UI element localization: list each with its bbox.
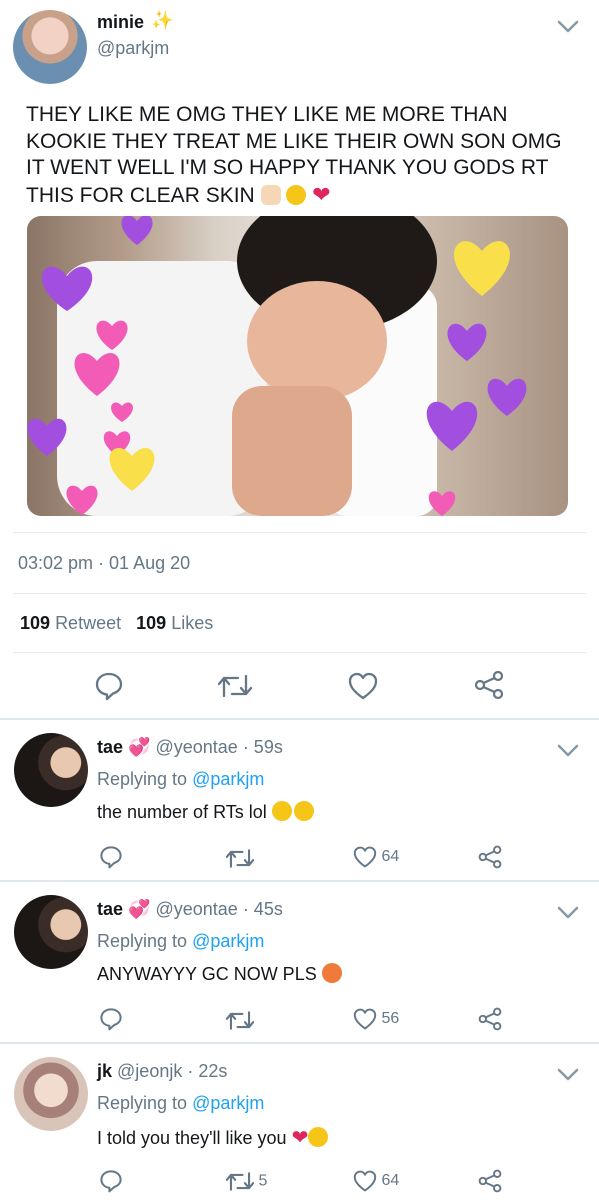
image-content: [27, 216, 527, 516]
rofl-emoji: [271, 801, 292, 821]
reply-text-content: ANYWAYYY GC NOW PLS: [97, 964, 317, 984]
divider: [13, 532, 586, 533]
reply-header: tae 💞 @yeontae · 59s: [97, 737, 283, 758]
display-name[interactable]: tae: [97, 899, 123, 919]
display-name[interactable]: minie: [97, 12, 144, 33]
retweet-icon[interactable]: [226, 847, 254, 870]
divider: [0, 1042, 599, 1044]
user-handle[interactable]: @yeontae: [155, 899, 237, 919]
like-count: 56: [381, 1010, 400, 1027]
replying-label: Replying to: [97, 931, 188, 951]
rofl-emoji: [293, 801, 314, 821]
reply-text: I told you they'll like you ❤: [97, 1125, 329, 1150]
like-action[interactable]: 64: [353, 846, 399, 868]
display-name[interactable]: jk: [97, 1061, 112, 1081]
share-icon[interactable]: [474, 670, 504, 700]
divider: [0, 718, 599, 720]
chevron-down-icon[interactable]: [557, 906, 579, 920]
replying-label: Replying to: [97, 769, 188, 789]
user-handle[interactable]: @yeontae: [155, 737, 237, 757]
sparkles-icon: ✨: [151, 10, 174, 30]
reply-header: jk @jeonjk · 22s: [97, 1061, 227, 1082]
display-name[interactable]: tae: [97, 737, 123, 757]
tweet-timestamp[interactable]: 03:02 pm · 01 Aug 20: [18, 553, 190, 574]
heart-icon[interactable]: [353, 1170, 377, 1192]
share-icon[interactable]: [478, 1169, 502, 1193]
retweet-label[interactable]: Retweet: [55, 613, 121, 633]
tweet-stats: 109 Retweet 109 Likes: [20, 613, 213, 634]
divider: [13, 593, 586, 594]
retweet-count[interactable]: 109: [20, 613, 50, 633]
avatar[interactable]: [14, 733, 88, 807]
reply-time[interactable]: · 22s: [187, 1061, 227, 1081]
share-icon[interactable]: [478, 845, 502, 869]
reply-icon[interactable]: [99, 845, 123, 869]
reply-header: tae 💞 @yeontae · 45s: [97, 899, 283, 920]
reply-time[interactable]: · 59s: [243, 737, 283, 757]
heart-icon[interactable]: [353, 846, 377, 868]
retweet-icon[interactable]: [226, 1009, 254, 1032]
heart-icon[interactable]: [348, 672, 378, 700]
like-count: 64: [381, 848, 400, 865]
like-action[interactable]: 56: [353, 1008, 399, 1030]
reply-icon[interactable]: [99, 1169, 123, 1193]
revolving-hearts-emoji: 💞: [128, 737, 151, 757]
retweet-action[interactable]: 5: [226, 1170, 267, 1193]
crying-face-emoji: [286, 184, 307, 205]
red-heart-emoji: ❤: [291, 1127, 309, 1149]
reply-icon[interactable]: [99, 1007, 123, 1031]
like-count: 64: [381, 1172, 400, 1189]
tweet-image[interactable]: [27, 216, 568, 516]
tweet-text: THEY LIKE ME OMG THEY LIKE ME MORE THAN …: [26, 102, 571, 209]
replying-label: Replying to: [97, 1093, 188, 1113]
replying-handle[interactable]: @parkjm: [192, 931, 264, 951]
retweet-count: 5: [258, 1172, 268, 1190]
divider: [0, 880, 599, 882]
user-handle[interactable]: @jeonjk: [117, 1061, 182, 1081]
replying-handle[interactable]: @parkjm: [192, 769, 264, 789]
reply-text: ANYWAYYY GC NOW PLS: [97, 963, 342, 985]
avatar[interactable]: [13, 10, 87, 84]
replying-to: Replying to @parkjm: [97, 931, 264, 952]
kissing-face-emoji: [308, 1127, 329, 1147]
reply-time[interactable]: · 45s: [243, 899, 283, 919]
share-icon[interactable]: [478, 1007, 502, 1031]
likes-label[interactable]: Likes: [171, 613, 213, 633]
raised-fist-emoji: [260, 184, 281, 205]
avatar[interactable]: [14, 895, 88, 969]
reply-icon[interactable]: [94, 671, 124, 701]
revolving-hearts-emoji: 💞: [128, 899, 151, 919]
chevron-down-icon[interactable]: [557, 744, 579, 758]
red-heart-emoji: ❤: [312, 181, 331, 207]
chevron-down-icon[interactable]: [557, 20, 579, 34]
reply-text: the number of RTs lol: [97, 801, 314, 823]
reply-text-content: I told you they'll like you: [97, 1128, 287, 1148]
divider: [13, 652, 586, 653]
retweet-icon[interactable]: [218, 672, 252, 700]
angry-face-emoji: [321, 963, 342, 983]
retweet-icon[interactable]: [226, 1170, 254, 1193]
chevron-down-icon[interactable]: [557, 1068, 579, 1082]
replying-to: Replying to @parkjm: [97, 1093, 264, 1114]
replying-handle[interactable]: @parkjm: [192, 1093, 264, 1113]
replying-to: Replying to @parkjm: [97, 769, 264, 790]
reply-text-content: the number of RTs lol: [97, 802, 267, 822]
avatar[interactable]: [14, 1057, 88, 1131]
heart-icon[interactable]: [353, 1008, 377, 1030]
user-handle[interactable]: @parkjm: [97, 38, 169, 59]
like-action[interactable]: 64: [353, 1170, 399, 1192]
likes-count[interactable]: 109: [136, 613, 166, 633]
